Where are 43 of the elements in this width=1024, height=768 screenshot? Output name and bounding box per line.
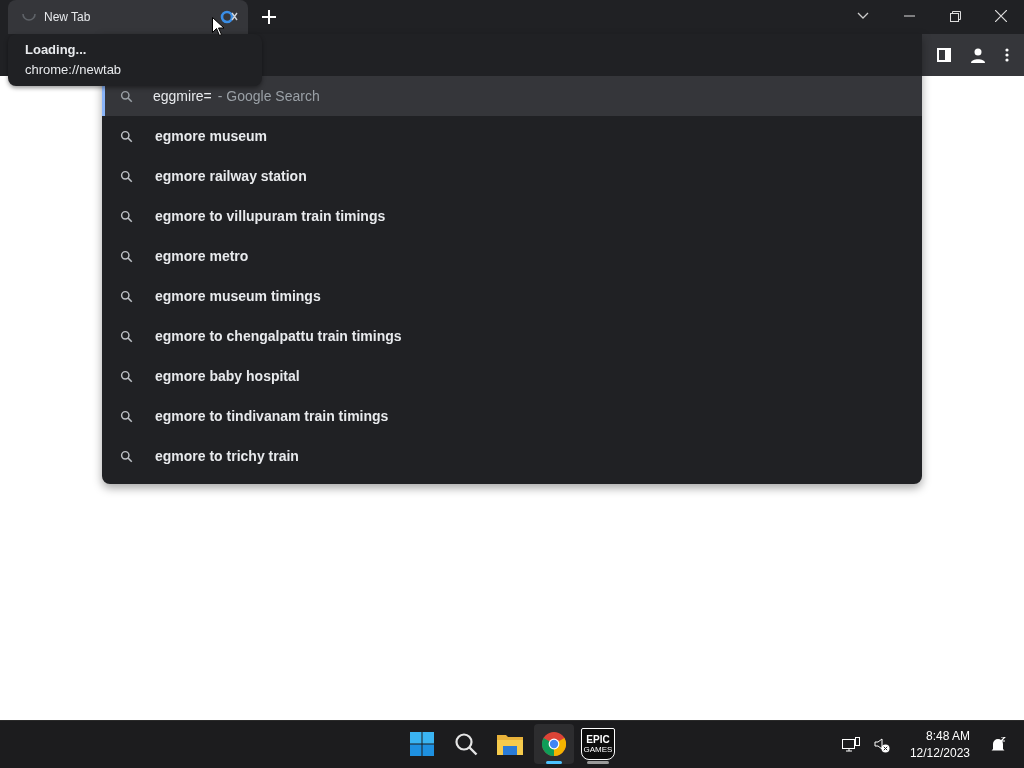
chrome-logo-icon — [542, 732, 566, 756]
suggestion-item[interactable]: egmore railway station — [102, 156, 922, 196]
suggestion-item[interactable]: egmore museum — [102, 116, 922, 156]
search-icon — [120, 169, 133, 183]
reload-close-icon[interactable] — [220, 9, 238, 25]
network-icon[interactable] — [839, 734, 862, 755]
restore-icon — [949, 10, 961, 22]
chevron-down-icon — [857, 12, 869, 20]
folder-icon — [497, 733, 523, 755]
suggestion-item[interactable]: egmore baby hospital — [102, 356, 922, 396]
search-icon — [120, 409, 133, 423]
tooltip-title: Loading... — [25, 41, 88, 59]
search-icon — [120, 249, 133, 263]
side-panel-icon — [936, 48, 951, 62]
search-icon — [120, 129, 133, 143]
minimize-icon — [903, 15, 915, 17]
close-icon — [995, 10, 1007, 22]
suggestion-item[interactable]: egmore to villupuram train timings — [102, 196, 922, 236]
search-icon — [120, 209, 133, 223]
search-icon — [120, 369, 133, 383]
search-hint: - Google Search — [217, 88, 320, 104]
windows-logo-icon — [410, 732, 434, 756]
tooltip-url: chrome://newtab — [25, 61, 123, 79]
search-icon — [120, 89, 133, 103]
address-text: eggmire= — [153, 88, 212, 104]
suggestion-item[interactable]: egmore museum timings — [102, 276, 922, 316]
loading-spinner-icon — [22, 13, 36, 21]
clock[interactable]: 8:48 AM 12/12/2023 — [907, 725, 972, 764]
suggestion-item[interactable]: egmore to tindivanam train timings — [102, 396, 922, 436]
search-icon — [120, 449, 133, 463]
search-icon — [120, 329, 133, 343]
suggestion-item[interactable]: egmore to trichy train — [102, 436, 922, 476]
mouse-cursor-icon — [212, 17, 224, 36]
suggestion-item[interactable]: egmore to chengalpattu train timings — [102, 316, 922, 356]
browser-tab[interactable]: New Tab — [8, 0, 248, 34]
taskbar-app[interactable] — [534, 724, 574, 764]
suggestion-item[interactable]: egmore metro — [102, 236, 922, 276]
more-dots-icon — [1005, 48, 1010, 62]
search-icon — [454, 732, 478, 756]
address-bar[interactable]: eggmire= - Google Search — [102, 76, 922, 116]
search-icon — [120, 289, 133, 303]
person-icon — [970, 47, 986, 63]
plus-icon — [262, 10, 276, 24]
